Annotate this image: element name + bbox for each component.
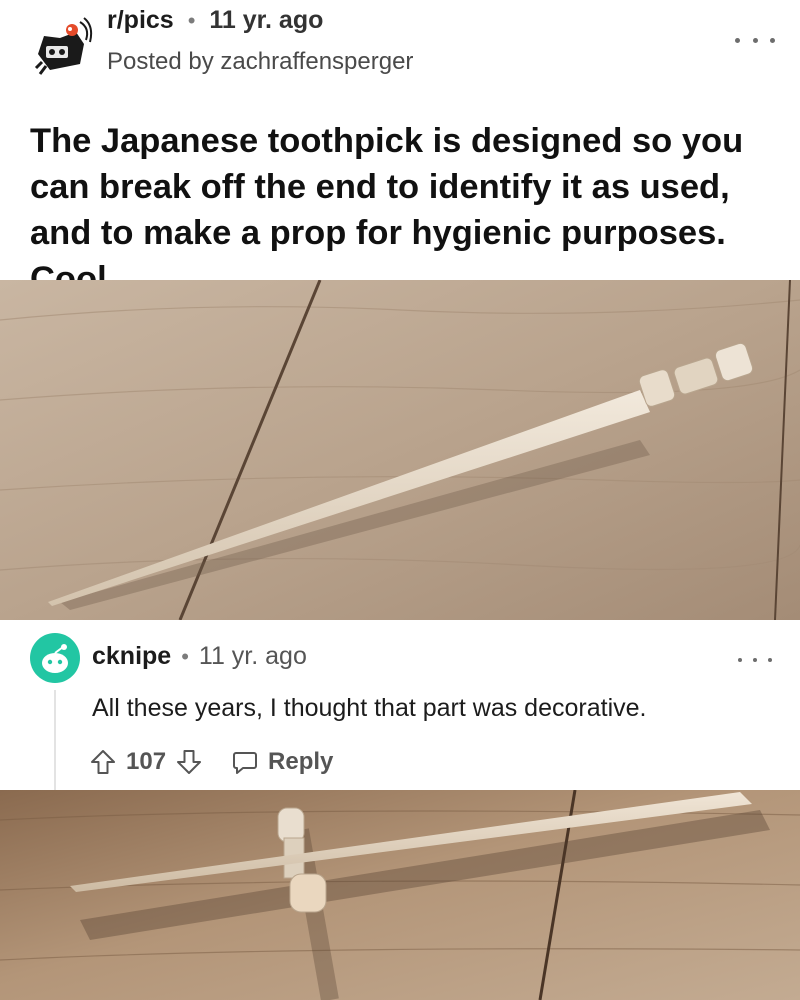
post-image[interactable] xyxy=(0,280,800,620)
comment-image[interactable] xyxy=(0,790,800,1000)
more-options-icon[interactable] xyxy=(738,652,772,668)
post-title: The Japanese toothpick is designed so yo… xyxy=(30,122,744,298)
thread-line[interactable] xyxy=(54,690,56,790)
arrow-up-icon[interactable] xyxy=(90,749,116,775)
post-age: 11 yr. ago xyxy=(209,6,324,34)
separator-dot: • xyxy=(181,643,189,669)
more-options-icon[interactable] xyxy=(735,30,775,50)
comment-actions: 107 Reply xyxy=(90,740,333,784)
comment-age: 11 yr. ago xyxy=(198,642,307,670)
arrow-down-icon[interactable] xyxy=(176,749,202,775)
separator-dot: • xyxy=(187,7,196,33)
post-meta-line: r/pics • 11 yr. ago xyxy=(107,6,323,35)
comment-author[interactable]: cknipe xyxy=(92,642,171,671)
post-header: r/pics • 11 yr. ago Posted by zachraffen… xyxy=(0,0,800,100)
reply-button[interactable]: Reply xyxy=(232,748,333,776)
reply-label: Reply xyxy=(268,748,334,775)
post-author[interactable]: Posted by zachraffensperger xyxy=(107,48,413,76)
subreddit-name[interactable]: r/pics xyxy=(107,6,174,35)
vote-count: 107 xyxy=(126,748,167,775)
reddit-snoo-icon[interactable] xyxy=(30,14,94,78)
snoo-avatar-icon[interactable] xyxy=(30,633,80,683)
comment-body: All these years, I thought that part was… xyxy=(92,694,647,722)
chat-bubble-icon xyxy=(233,752,258,774)
comment-meta-line: cknipe • 11 yr. ago xyxy=(92,642,307,671)
